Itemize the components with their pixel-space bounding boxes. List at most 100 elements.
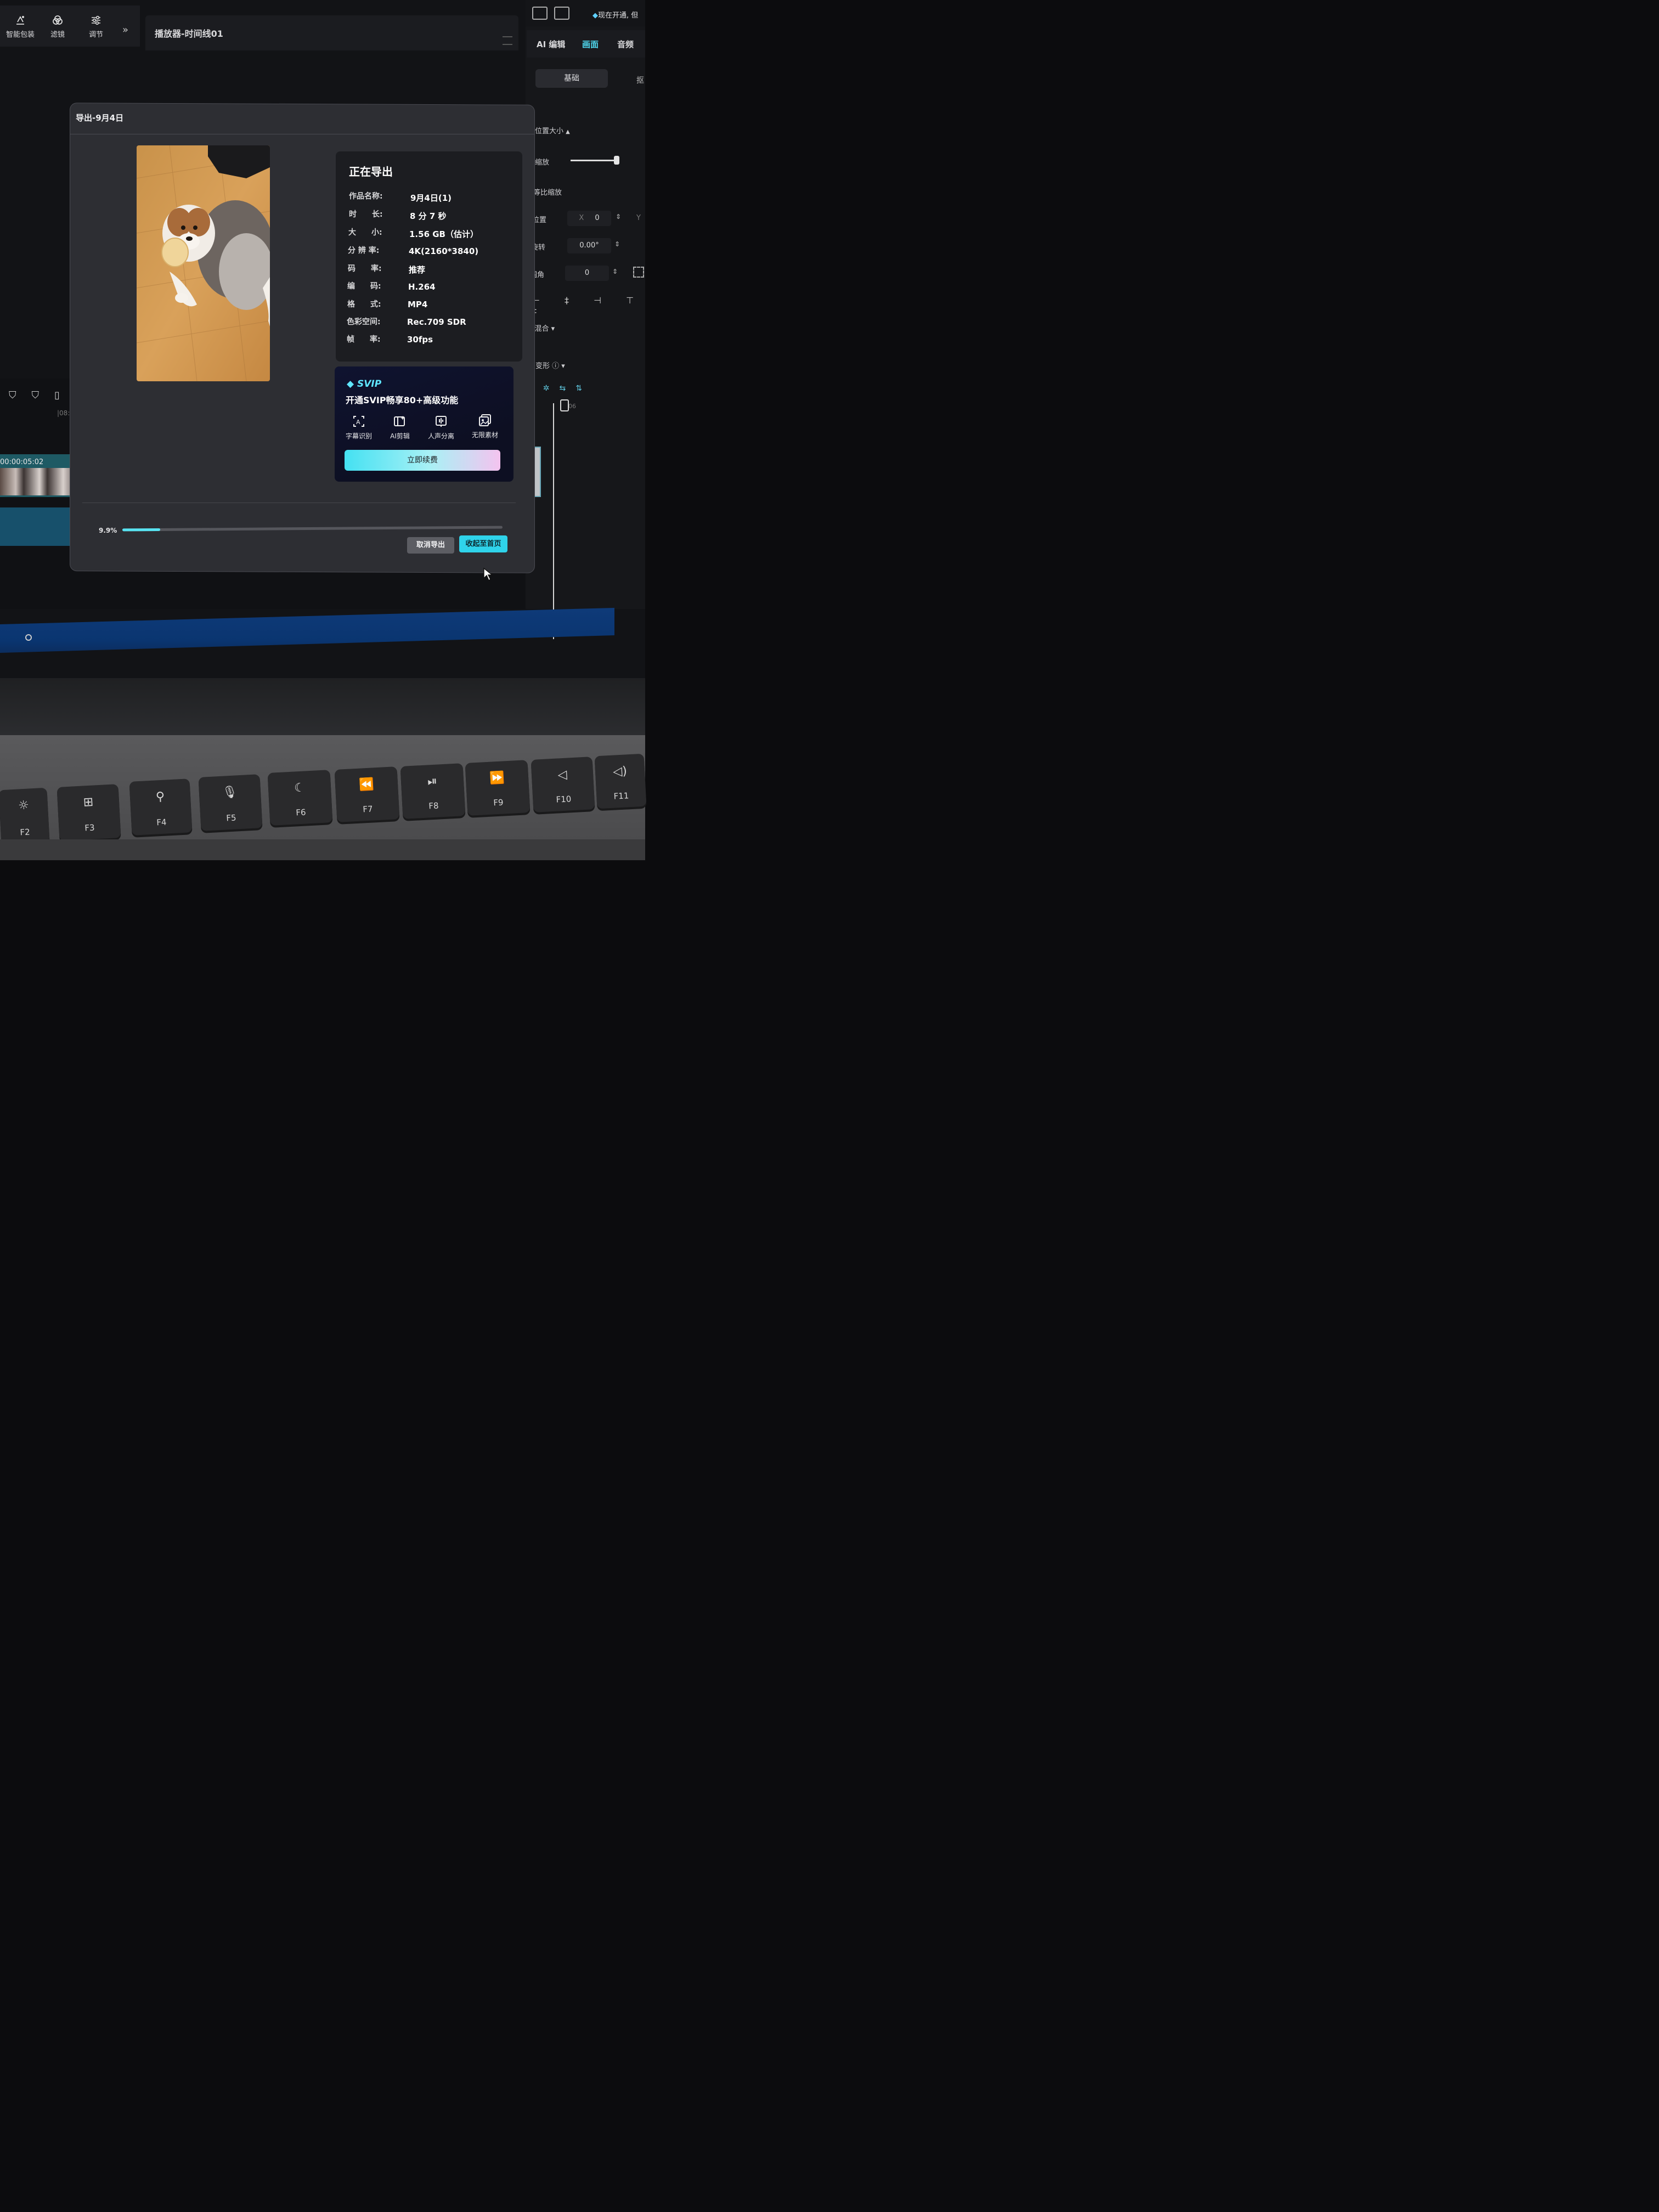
export-status-title: 正在导出 (349, 165, 393, 178)
cancel-export-button[interactable]: 取消导出 (407, 537, 454, 554)
search-icon: ⚲ (155, 789, 165, 804)
key-label: F3 (84, 822, 95, 833)
fast-forward-icon: ⏩ (489, 771, 505, 786)
key-f5[interactable]: 🎙 F5 (198, 774, 263, 831)
rewind-icon: ⏪ (358, 777, 375, 792)
dog-photo (137, 145, 270, 381)
corner-field[interactable]: 0 (565, 266, 609, 281)
position-x-field[interactable]: X0 (567, 211, 611, 226)
double-chevron-right-icon[interactable]: » (122, 24, 128, 36)
transform-label: 变形 (535, 362, 550, 370)
key-f3[interactable]: ⊞ F3 (57, 784, 121, 841)
promo-text: 现在开通, 但 (598, 12, 639, 20)
section-label: 位置大小 (535, 127, 564, 136)
key-label: F7 (362, 804, 373, 815)
ai-edit-icon (394, 416, 405, 426)
info-key-name: 作品名称: (349, 192, 383, 201)
voice-separation-icon (436, 416, 447, 427)
mouse-cursor-icon (483, 567, 493, 582)
feature-unlimited-assets[interactable]: 无限素材 (466, 414, 504, 439)
ruler-mark-2: 06 (568, 403, 576, 410)
layout-icon[interactable] (532, 7, 548, 20)
info-value-format: MP4 (408, 300, 428, 309)
toolbar-item-smart-pack[interactable]: 智能包装 (2, 14, 38, 39)
export-progress-fill (122, 528, 160, 532)
x-stepper-icon[interactable]: ⇕ (616, 213, 621, 221)
info-value-name: 9月4日(1) (410, 193, 452, 203)
key-f10[interactable]: ◁ F10 (531, 757, 595, 812)
key-label: F4 (156, 817, 167, 828)
toolbar-item-label: 调节 (88, 31, 103, 39)
toolbar-item-adjust[interactable]: 调节 (78, 14, 114, 39)
promo-banner[interactable]: ◆现在开通, 但 (592, 9, 638, 20)
mute-icon: ◁ (557, 768, 568, 782)
microphone-icon: 🎙 (222, 785, 238, 800)
feature-label: 无限素材 (471, 431, 498, 439)
ratio-scale-label: 等比缩放 (533, 189, 562, 197)
corner-stepper-icon[interactable]: ⇕ (612, 268, 618, 275)
key-f7[interactable]: ⏪ F7 (334, 766, 400, 822)
key-label: F6 (295, 807, 306, 818)
svg-text:A: A (356, 419, 360, 426)
info-value-codec: H.264 (408, 282, 436, 292)
key-label: F9 (493, 797, 504, 808)
layout-split-icon[interactable] (554, 7, 569, 20)
key-f2[interactable]: ☼ F2 (0, 787, 50, 845)
key-f4[interactable]: ⚲ F4 (129, 778, 193, 836)
timeline-right-tools[interactable]: ⇆✲⇆⇅ (527, 384, 592, 393)
volume-down-icon: ◁) (612, 764, 628, 779)
transform-toggle[interactable]: 变形 ⓘ ▾ (535, 360, 565, 370)
toolbar-item-filter[interactable]: 滤镜 (40, 14, 76, 39)
scale-label: 缩放 (535, 159, 550, 167)
subtab-cutout[interactable]: 抠 (636, 75, 644, 86)
align-icons-row[interactable]: ⊢ ‡ ⊣ ⊤ ‡ (532, 295, 645, 316)
play-pause-icon: ⏯ (427, 774, 438, 789)
tab-ai-edit[interactable]: AI 编辑 (537, 38, 565, 50)
mission-control-icon: ⊞ (83, 795, 94, 810)
key-label: F8 (428, 800, 439, 811)
key-f6[interactable]: ☾ F6 (267, 770, 333, 826)
fullscreen-icon[interactable] (633, 267, 644, 278)
subtab-basic[interactable]: 基础 (535, 69, 608, 88)
key-f9[interactable]: ⏩ F9 (465, 760, 531, 816)
scale-slider-handle[interactable] (614, 156, 619, 165)
feature-voice-separation[interactable]: 人声分离 (422, 415, 460, 441)
tab-audio[interactable]: 音频 (617, 38, 634, 50)
rotate-stepper-icon[interactable]: ⇕ (614, 240, 620, 248)
scale-slider[interactable] (571, 160, 617, 161)
feature-label: 字幕识别 (345, 432, 372, 440)
player-title: 播放器-时间线01 (155, 29, 223, 39)
moon-icon: ☾ (294, 781, 306, 795)
key-f8[interactable]: ⏯ F8 (400, 763, 466, 819)
info-value-size: 1.56 GB（估计） (409, 229, 478, 239)
svip-tag-text: SVIP (357, 379, 382, 390)
tab-picture[interactable]: 画面 (582, 38, 599, 50)
feature-label: 人声分离 (427, 432, 454, 440)
dialog-title: 导出-9月4日 (76, 113, 124, 123)
key-label: F5 (225, 812, 237, 823)
rotate-field[interactable]: 0.00° (567, 238, 611, 253)
menu-icon[interactable] (503, 36, 512, 45)
key-f11[interactable]: ◁) F11 (594, 753, 647, 809)
playhead-handle[interactable] (560, 399, 569, 411)
info-key-codec: 编 码: (347, 282, 381, 291)
toolbar-item-label: 滤镜 (50, 31, 65, 39)
info-value-bitrate: 推荐 (409, 265, 426, 275)
renew-button[interactable]: 立即续费 (345, 450, 500, 471)
timeline-tools[interactable]: ⛉⛉▯ (9, 390, 75, 401)
playhead[interactable] (553, 403, 554, 639)
audio-waveform[interactable] (0, 507, 81, 546)
diamond-icon: ◆ (347, 379, 354, 390)
video-preview-thumbnail (137, 145, 270, 381)
info-key-colorspace: 色彩空间: (347, 318, 381, 326)
info-key-bitrate: 码 率: (348, 264, 382, 273)
info-value-colorspace: Rec.709 SDR (407, 317, 466, 327)
adjust-icon (92, 15, 100, 25)
feature-subtitle-recognition[interactable]: A 字幕识别 (340, 415, 378, 441)
feature-ai-edit[interactable]: AI剪辑 (381, 415, 419, 441)
info-value-resolution: 4K(2160*3840) (409, 246, 479, 256)
section-position-size[interactable]: 位置大小 ▲ (535, 125, 570, 136)
svip-headline: 开通SVIP畅享80+高级功能 (346, 395, 459, 405)
minimize-to-home-button[interactable]: 收起至首页 (459, 535, 507, 552)
smart-pack-icon (16, 16, 24, 25)
